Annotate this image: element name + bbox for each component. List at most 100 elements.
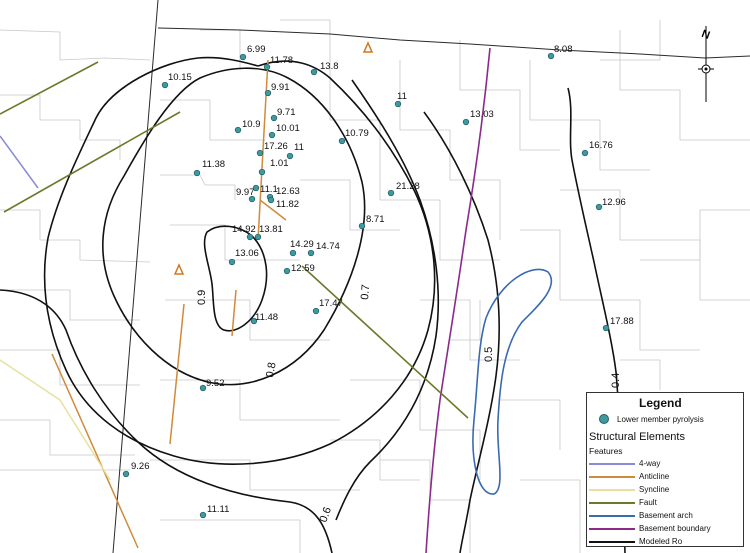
sample-point (122, 470, 130, 478)
sample-point-label: 9.52 (206, 378, 225, 389)
sample-point-label: 10.9 (242, 119, 261, 130)
legend-item: Modeled Ro (589, 535, 711, 548)
sample-point (307, 249, 315, 257)
legend-line-rows: 4-way Anticline Syncline Fault Basement arch… (589, 457, 711, 548)
legend-structural-title: Structural Elements (589, 431, 685, 443)
legend-item-label: Modeled Ro (639, 537, 683, 546)
sample-point-label: 12.63 (276, 186, 300, 197)
legend-point-row: Lower member pyrolysis (591, 414, 704, 424)
legend-item-label: Basement boundary (639, 524, 711, 533)
sample-point (267, 196, 275, 204)
legend-item-label: 4-way (639, 459, 661, 468)
sample-point-label: 14.74 (316, 241, 340, 252)
legend-item: Basement boundary (589, 522, 711, 535)
sample-point (193, 169, 201, 177)
sample-point-label: 11.38 (202, 159, 225, 170)
legend-item: 4-way (589, 457, 711, 470)
sample-point (254, 233, 262, 241)
sample-point-label: 11 (294, 142, 304, 153)
legend-item-label: Fault (639, 498, 657, 507)
legend-swatch (589, 540, 635, 543)
sample-point-label: 21.28 (396, 181, 420, 192)
sample-point-label: 8.71 (366, 214, 385, 225)
sample-point (338, 137, 346, 145)
sample-point (234, 126, 242, 134)
sample-point (289, 249, 297, 257)
legend-swatch (589, 462, 635, 465)
legend-swatch (589, 488, 635, 491)
sample-point-label: 9.91 (271, 82, 290, 93)
sample-point-label: 8.08 (554, 44, 573, 55)
sample-point (252, 184, 260, 192)
map-frame: 0.9 0.8 0.7 0.6 0.5 0.4 6.99 11.78 13.8 8.0… (0, 0, 750, 553)
legend-swatch (589, 501, 635, 504)
legend-swatch (589, 475, 635, 478)
sample-point-label: 17.47 (319, 298, 343, 309)
sample-point-label: 11.11 (207, 504, 229, 515)
sample-point (358, 222, 366, 230)
sample-point (199, 511, 207, 519)
sample-point-label: 6.99 (247, 44, 266, 55)
sample-point-label: 11 (397, 91, 407, 102)
sample-point (547, 52, 555, 60)
sample-point-label: 9.26 (131, 461, 150, 472)
sample-point (264, 89, 272, 97)
sample-point-label: 10.79 (345, 128, 369, 139)
sample-point (228, 258, 236, 266)
sample-point (270, 114, 278, 122)
sample-point-label: 13.06 (235, 248, 259, 259)
contour-label: 0.7 (359, 284, 372, 300)
sample-point (462, 118, 470, 126)
contour-label: 0.4 (610, 373, 622, 388)
contour-label: 0.9 (196, 290, 208, 305)
sample-point (394, 100, 402, 108)
sample-point-label: 10.01 (276, 123, 300, 134)
sample-point (581, 149, 589, 157)
sample-point (263, 63, 271, 71)
legend-swatch (589, 527, 635, 530)
sample-point (595, 203, 603, 211)
legend: Legend Lower member pyrolysis Structural… (586, 392, 744, 547)
sample-point (258, 168, 266, 176)
legend-point-label: Lower member pyrolysis (617, 414, 704, 424)
sample-point (312, 307, 320, 315)
sample-point-label: 14.92 (232, 224, 256, 235)
legend-item: Fault (589, 496, 711, 509)
point-symbol-icon (599, 414, 609, 424)
sample-point (283, 267, 291, 275)
sample-point-label: 11.78 (270, 55, 293, 66)
sample-point-label: 10.15 (168, 72, 192, 83)
legend-features-title: Features (589, 446, 623, 456)
sample-point (387, 189, 395, 197)
sample-point-label: 12.96 (602, 197, 626, 208)
sample-point-label: 11.82 (276, 199, 299, 210)
legend-title: Legend (639, 396, 682, 410)
north-arrow-icon: N (698, 26, 714, 102)
sample-point-label: 13.81 (259, 224, 283, 235)
legend-item: Syncline (589, 483, 711, 496)
legend-item-label: Basement arch (639, 511, 693, 520)
sample-point (199, 384, 207, 392)
sample-point (310, 68, 318, 76)
sample-point-label: 9.97 (236, 187, 255, 198)
legend-item: Anticline (589, 470, 711, 483)
sample-point (161, 81, 169, 89)
sample-point (268, 131, 276, 139)
legend-swatch (589, 514, 635, 517)
sample-point-label: 13.8 (320, 61, 339, 72)
sample-point-label: 17.88 (610, 316, 634, 327)
north-label: N (700, 28, 712, 42)
sample-point-label: 1.01 (270, 158, 289, 169)
sample-point-label: 9.71 (277, 107, 296, 118)
sample-point-label: 17.26 (264, 141, 288, 152)
sample-point-label: 16.76 (589, 140, 613, 151)
sample-point (256, 149, 264, 157)
legend-item-label: Anticline (639, 472, 670, 481)
sample-point (602, 324, 610, 332)
sample-point-label: 13.03 (470, 109, 494, 120)
legend-item: Basement arch (589, 509, 711, 522)
sample-point (246, 233, 254, 241)
contour-label: 0.5 (483, 347, 495, 362)
legend-item-label: Syncline (639, 485, 670, 494)
sample-point-label: 11.48 (255, 312, 278, 323)
